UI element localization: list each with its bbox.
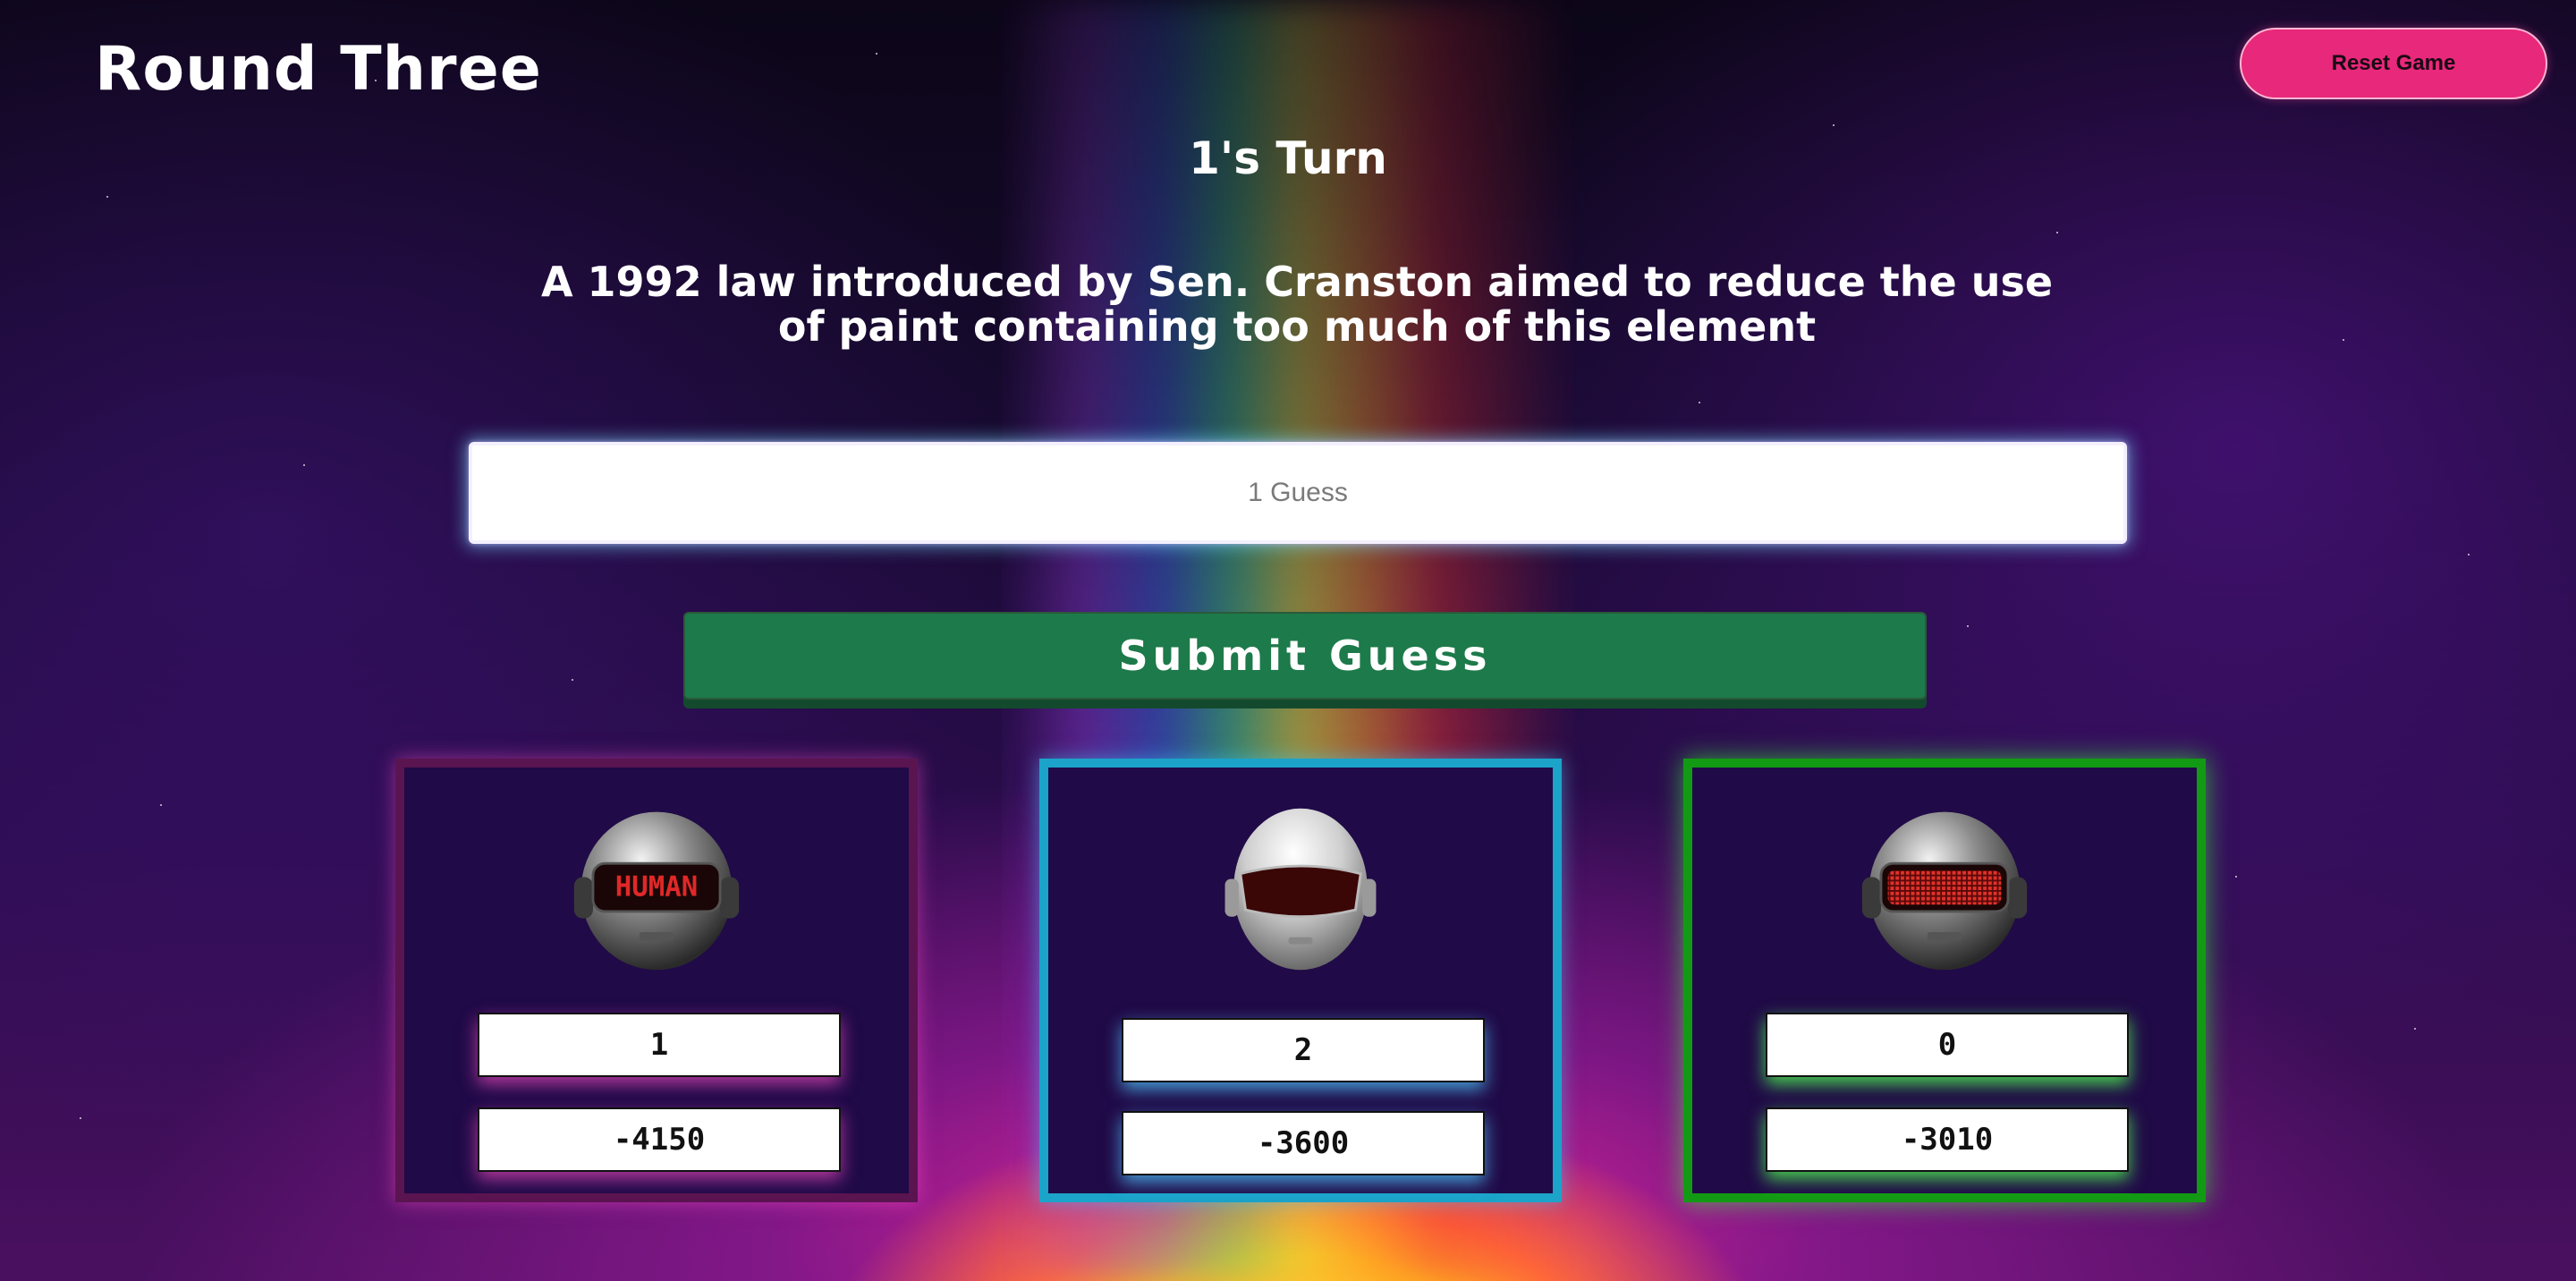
turn-indicator: 1's Turn	[1189, 132, 1387, 184]
player-card-2: 2 -3600	[1039, 759, 1562, 1202]
player-card-3: 0 -3010	[1683, 759, 2206, 1202]
player-card-1: HUMAN 1 -4150	[395, 759, 918, 1202]
player-score-field: -3600	[1122, 1111, 1485, 1175]
player-name-field: 0	[1766, 1013, 2129, 1077]
robot-helmet-red-grid-icon	[1861, 811, 2028, 971]
player-score-field: -4150	[478, 1107, 841, 1172]
player-name-field: 2	[1122, 1018, 1485, 1082]
game-stage: Round Three Reset Game 1's Turn A 1992 l…	[0, 0, 2576, 1281]
reset-game-button[interactable]: Reset Game	[2240, 28, 2547, 99]
robot-helmet-human-icon: HUMAN	[573, 811, 740, 971]
player-name-field: 1	[478, 1013, 841, 1077]
helmet-display-text: HUMAN	[615, 871, 698, 903]
submit-guess-button[interactable]: Submit Guess	[683, 612, 1927, 700]
player-score-field: -3010	[1766, 1107, 2129, 1172]
guess-input[interactable]	[469, 442, 2127, 544]
round-title: Round Three	[95, 34, 542, 105]
robot-helmet-silver-icon	[1224, 808, 1377, 971]
clue-text: A 1992 law introduced by Sen. Cranston a…	[540, 258, 2054, 351]
